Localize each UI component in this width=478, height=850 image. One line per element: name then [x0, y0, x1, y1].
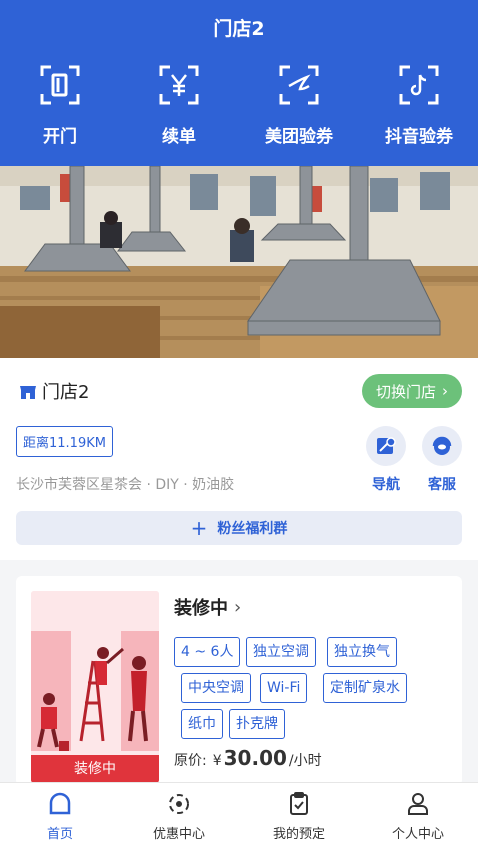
store-name: 门店2	[42, 382, 90, 403]
store-photo	[0, 166, 478, 358]
store-info-card: 门店2 切换门店 › 距离11.19KM 长沙市芙蓉区星茶会 · DIY · 奶…	[0, 358, 478, 560]
chevron-right-icon: ›	[442, 382, 448, 400]
tab-my-bookings-label: 我的预定	[272, 827, 325, 842]
plus-icon: +	[190, 516, 208, 540]
meituan-verify-label: 美团验券	[265, 127, 333, 147]
price-label: 原价:	[174, 753, 207, 769]
navigate-label: 导航	[372, 477, 400, 493]
renew-order-button[interactable]: 续单	[124, 64, 234, 147]
switch-store-button[interactable]: 切换门店 ›	[361, 374, 462, 408]
douyin-icon	[398, 64, 440, 106]
distance-badge: 距离11.19KM	[16, 426, 113, 457]
fans-group-button[interactable]: + 粉丝福利群	[16, 511, 462, 545]
room-tag: 4 ~ 6人	[174, 637, 241, 667]
price-unit: /小时	[288, 753, 322, 769]
store-icon	[20, 386, 36, 399]
switch-store-label: 切换门店	[375, 382, 436, 401]
renovation-badge: 装修中	[31, 755, 159, 783]
renew-order-label: 续单	[162, 127, 196, 147]
tab-my-bookings[interactable]: 我的预定	[239, 791, 359, 842]
meituan-verify-button[interactable]: 美团验券	[244, 64, 354, 147]
open-door-button[interactable]: 开门	[5, 64, 115, 147]
page-title: 门店2	[213, 18, 265, 40]
room-tag: 中央空调	[181, 673, 251, 703]
tab-personal-center-label: 个人中心	[391, 827, 444, 842]
tab-discount-center[interactable]: 优惠中心	[119, 791, 239, 842]
fans-group-label: 粉丝福利群	[217, 521, 288, 537]
room-tag: 扑克牌	[229, 709, 285, 739]
price-amount: 30.00	[223, 746, 287, 770]
room-tag: 定制矿泉水	[323, 673, 407, 703]
user-icon	[405, 791, 431, 817]
chevron-right-icon: ›	[234, 596, 242, 618]
clipboard-check-icon	[286, 791, 312, 817]
room-tag: 独立换气	[327, 637, 397, 667]
navigate-button[interactable]: 导航	[364, 426, 408, 494]
meituan-icon	[278, 64, 320, 106]
store-name-row: 门店2	[18, 378, 89, 404]
store-address: 长沙市芙蓉区星茶会 · DIY · 奶油胶	[16, 477, 235, 493]
app-header: 门店2 开门 续单 美团验券 抖音验券	[0, 0, 478, 190]
coupon-icon	[166, 791, 192, 817]
room-image: 装修中	[31, 591, 159, 783]
customer-service-label: 客服	[428, 477, 456, 493]
open-door-label: 开门	[43, 127, 77, 147]
room-status[interactable]: 装修中 ›	[174, 594, 241, 620]
customer-service-button[interactable]: 客服	[420, 426, 464, 494]
room-tag: Wi-Fi	[260, 673, 308, 703]
bottom-tab-bar: 首页 优惠中心 我的预定 个人中心	[0, 782, 478, 850]
yen-icon	[158, 64, 200, 106]
currency-symbol: ¥	[212, 753, 222, 769]
tab-discount-center-label: 优惠中心	[152, 827, 205, 842]
douyin-verify-button[interactable]: 抖音验券	[364, 64, 474, 147]
headset-icon	[422, 426, 462, 466]
door-icon	[39, 64, 81, 106]
room-price: 原价: ¥ 30.00 /小时	[174, 746, 322, 770]
tab-home-label: 首页	[46, 827, 73, 842]
douyin-verify-label: 抖音验券	[385, 127, 453, 147]
room-card[interactable]: 装修中 装修中 › 4 ~ 6人 独立空调 独立换气 中央空调 Wi-Fi 定制…	[16, 576, 462, 786]
room-status-label: 装修中	[174, 598, 228, 619]
navigation-icon	[366, 426, 406, 466]
tab-home[interactable]: 首页	[0, 791, 120, 842]
room-tag: 独立空调	[246, 637, 316, 667]
home-icon	[47, 791, 73, 817]
tab-personal-center[interactable]: 个人中心	[358, 791, 478, 842]
room-tag: 纸巾	[181, 709, 223, 739]
